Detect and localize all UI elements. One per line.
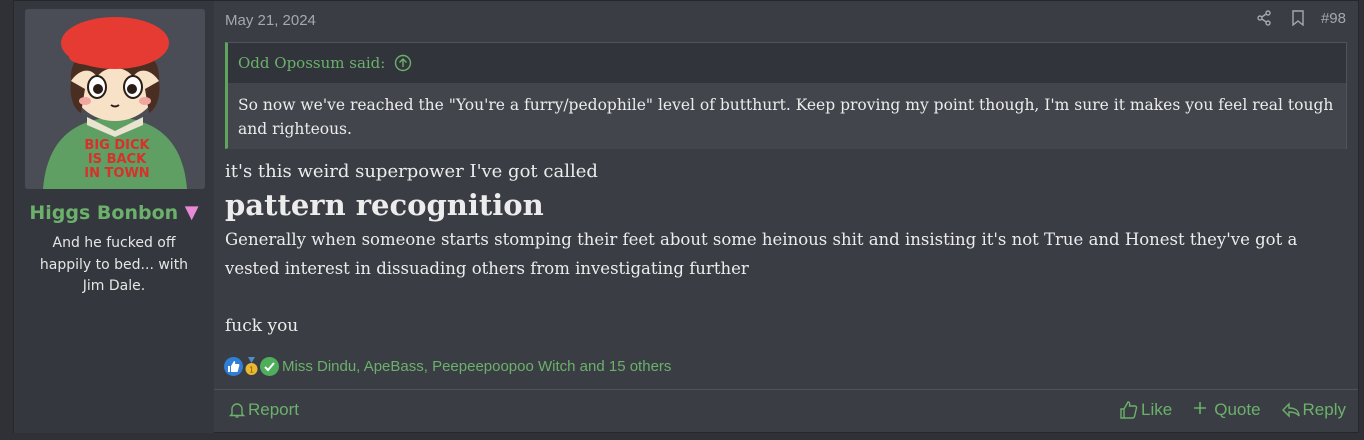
reactions-bar[interactable]: 1 Miss Dindu, ApeBass, Peepeepoopoo Witc… [224,357,671,376]
body-big-text: pattern recognition [225,188,544,222]
reactions-text[interactable]: Miss Dindu, ApeBass, Peepeepoopoo Witch … [282,358,671,375]
winner-icon: 1 [242,357,261,376]
avatar-text-1: BIG DICK [84,138,150,153]
body-line-1: it's this weird superpower I've got call… [225,161,598,182]
avatar[interactable]: BIG DICK IS BACK IN TOWN [25,9,205,189]
post-number[interactable]: #98 [1321,10,1346,27]
plus-icon [1192,400,1212,420]
quote-header[interactable]: Odd Opossum said: [238,54,412,72]
triangle-badge-icon: ▼ [184,202,199,223]
thumbs-up-icon [1119,400,1139,420]
reply-label: Reply [1302,400,1346,419]
body-line-3: fuck you [225,316,299,336]
reply-icon [1281,400,1301,420]
quote-author[interactable]: Odd Opossum said: [238,54,385,72]
post-main: May 21, 2024 #98 Odd Opossum said: So no… [214,1,1358,432]
arrow-up-circle-icon[interactable] [394,54,412,72]
like-icon [224,357,243,376]
username[interactable]: Higgs Bonbon [29,202,178,224]
quote-button[interactable]: Quote [1192,400,1261,420]
reaction-icons: 1 [224,357,279,376]
reply-button[interactable]: Reply [1281,400,1346,420]
quote-text: So now we've reached the "You're a furry… [228,83,1346,149]
post-container: BIG DICK IS BACK IN TOWN Higgs Bonbon ▼ … [13,0,1359,433]
post-body: it's this weird superpower I've got call… [225,159,1345,339]
post-date[interactable]: May 21, 2024 [225,12,316,29]
body-line-2: Generally when someone starts stomping t… [225,230,1298,278]
report-button[interactable]: Report [228,400,299,420]
bookmark-icon[interactable] [1289,9,1307,27]
like-label: Like [1141,400,1173,419]
user-sidebar: BIG DICK IS BACK IN TOWN Higgs Bonbon ▼ … [14,1,214,433]
post-footer: Report Like Quote Reply [214,389,1358,434]
username-row: Higgs Bonbon ▼ [14,202,214,224]
svg-text:1: 1 [249,366,254,375]
post-header-actions: #98 [1239,9,1346,27]
avatar-text-3: IN TOWN [84,166,149,181]
user-title: And he fucked off happily to bed... with… [39,235,189,294]
report-label: Report [248,400,300,419]
quote-block: Odd Opossum said: So now we've reached t… [225,42,1347,149]
bell-icon [228,401,246,419]
agree-icon [260,357,279,376]
like-button[interactable]: Like [1119,400,1172,420]
avatar-text-2: IS BACK [88,152,147,167]
post-actions: Like Quote Reply [1099,400,1346,420]
share-icon[interactable] [1255,9,1273,27]
quote-label: Quote [1214,400,1261,419]
